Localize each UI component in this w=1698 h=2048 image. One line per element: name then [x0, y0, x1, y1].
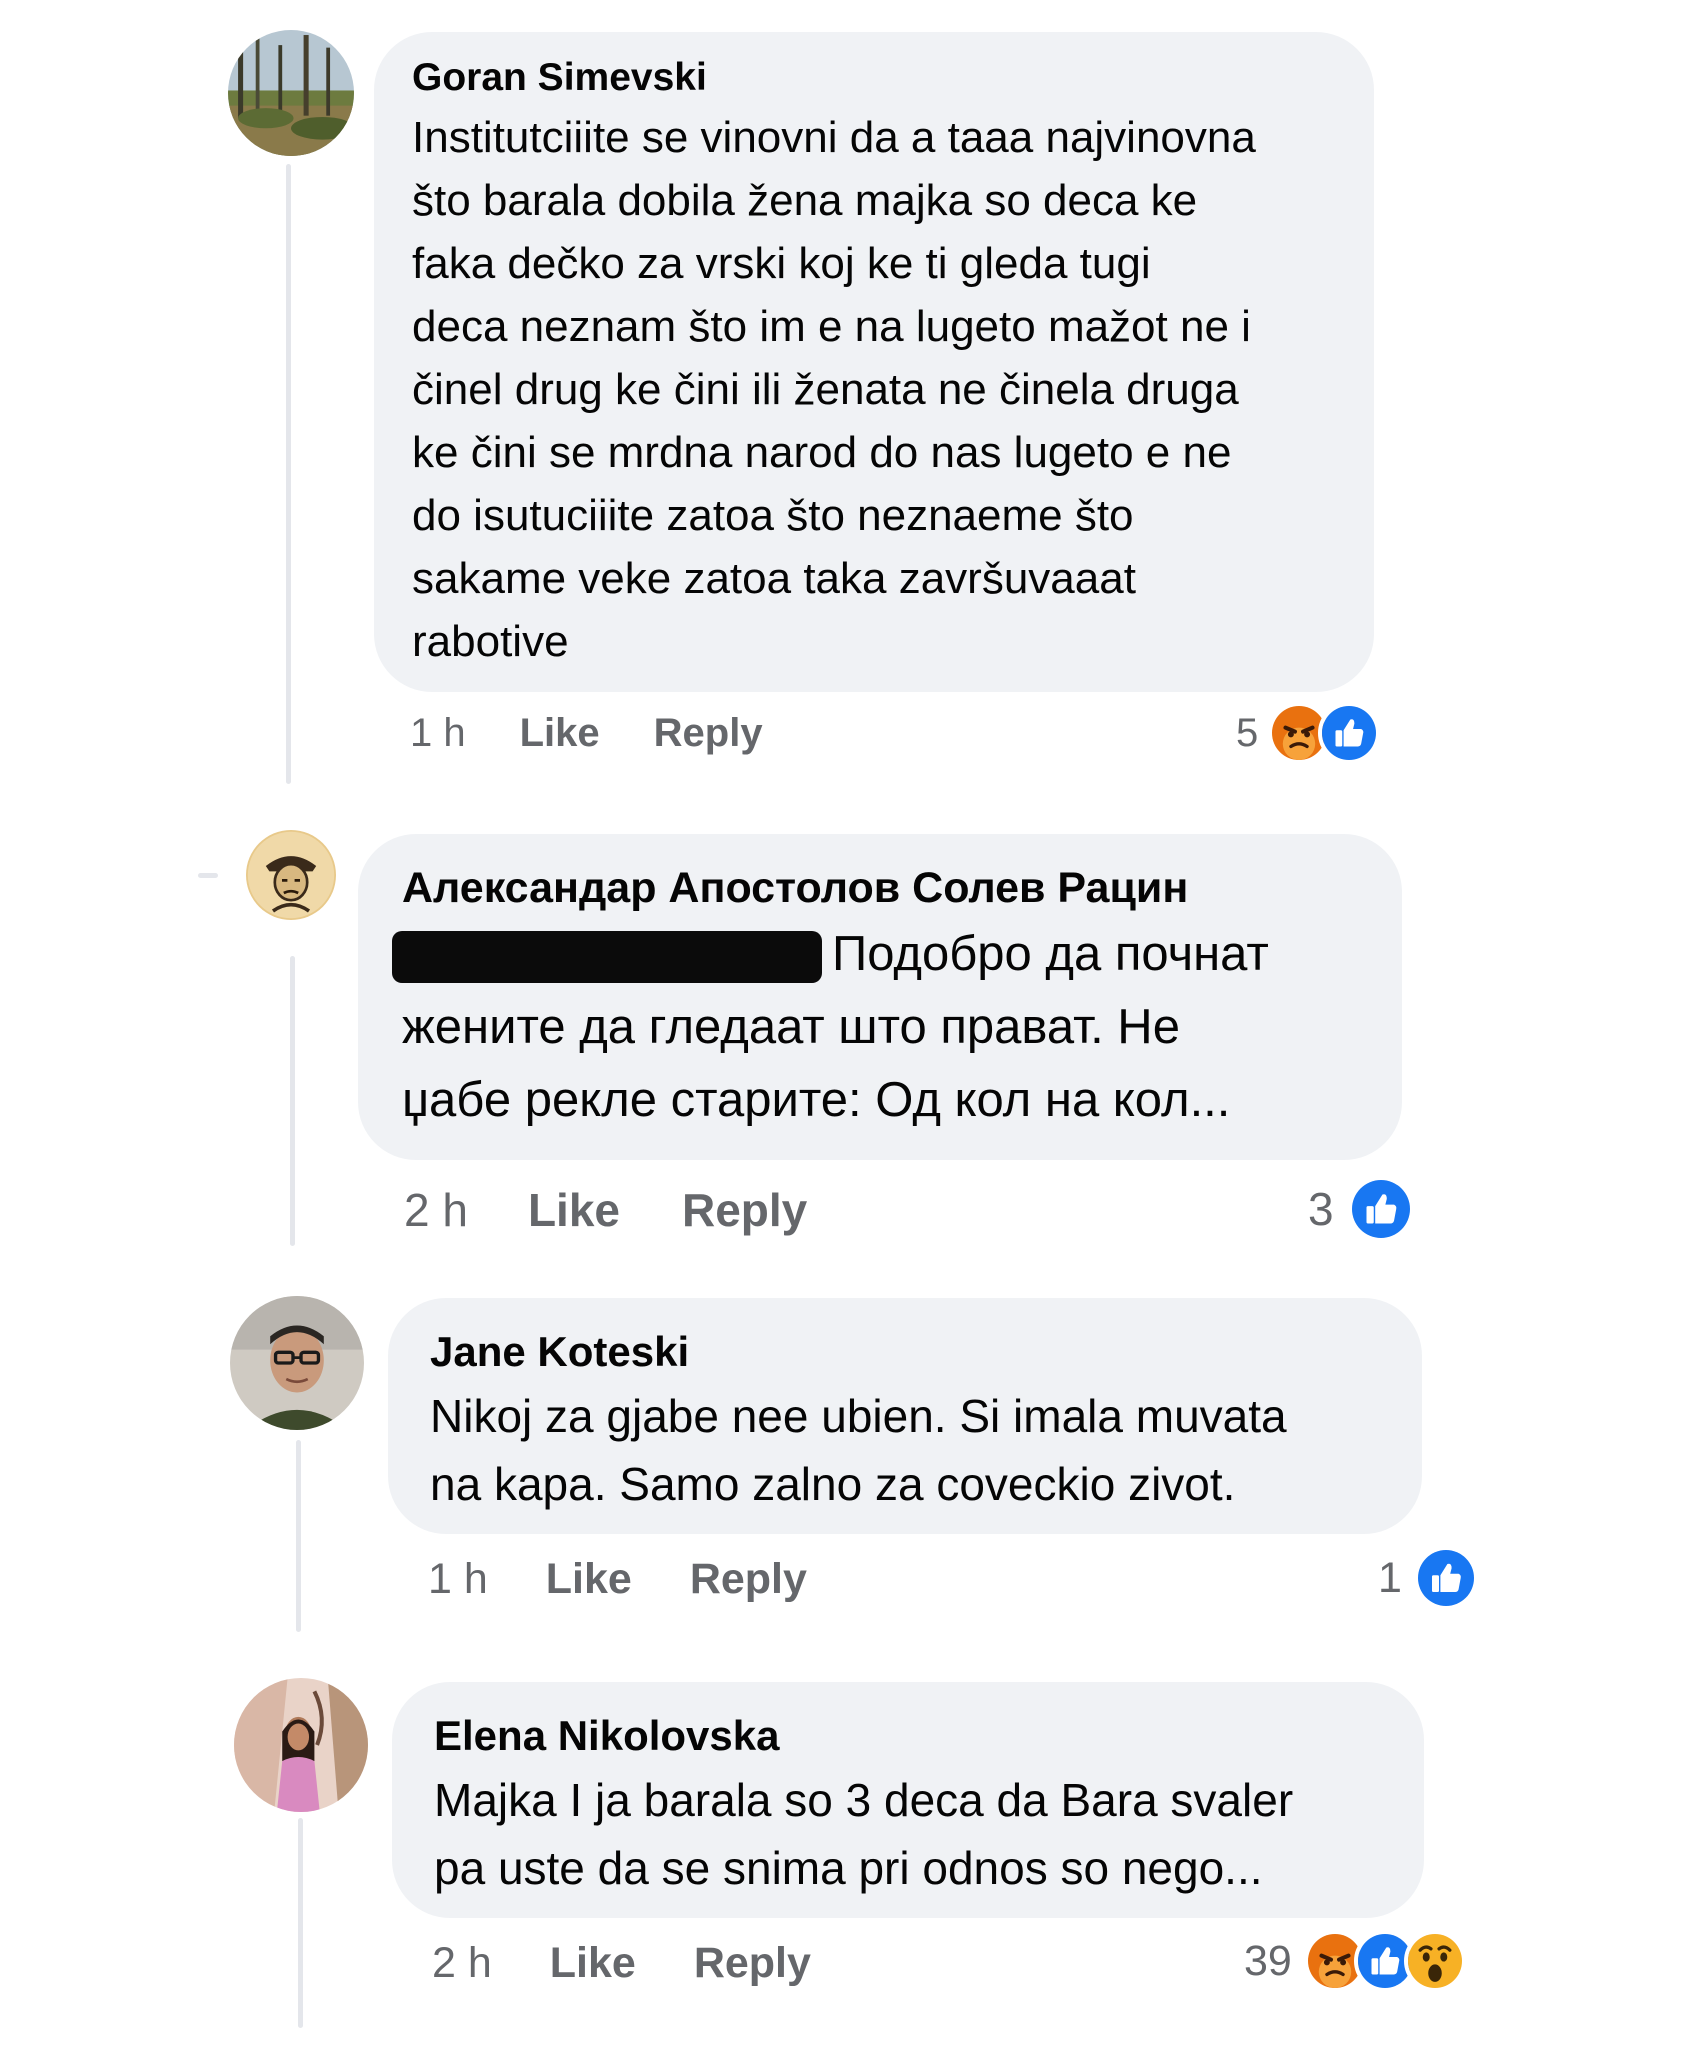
avatar-landscape-photo [228, 30, 354, 156]
like-icon [1347, 1176, 1414, 1242]
comment-time[interactable]: 1 h [410, 711, 466, 756]
like-button[interactable]: Like [546, 1555, 632, 1604]
comment-bubble[interactable]: Jane Koteski Nikoj za gjabe nee ubien. S… [388, 1298, 1422, 1534]
avatar[interactable] [234, 1678, 368, 1812]
comment-actions: 1 h Like Reply [410, 708, 763, 758]
comment-author[interactable]: Jane Koteski [430, 1326, 1382, 1378]
reaction-count: 3 [1308, 1183, 1334, 1235]
like-icon [1413, 1546, 1478, 1610]
like-button[interactable]: Like [520, 711, 600, 756]
reply-button[interactable]: Reply [690, 1555, 807, 1604]
comment-text: Majka I ja barala so 3 deca da Bara sval… [434, 1766, 1384, 1902]
reaction-summary[interactable]: 5 [1236, 702, 1381, 764]
like-icon [1318, 702, 1381, 764]
avatar[interactable] [246, 830, 336, 920]
comment-bubble[interactable]: Goran Simevski Institutciiite se vinovni… [374, 32, 1374, 692]
comment-text-line: faka dečko za vrski koj ke ti gleda tugi [412, 239, 1151, 288]
avatar-man-photo [230, 1296, 364, 1430]
comment-text-line: činel drug ke čini ili ženata ne činela … [412, 365, 1239, 414]
comment-text-line: deca neznam što im e na lugeto mažot ne … [412, 302, 1251, 351]
comment-text-line: ke čini se mrdna narod do nas lugeto e n… [412, 428, 1232, 477]
comment-text-line: do isutuciiite zatoa što neznaeme što [412, 491, 1134, 540]
reaction-summary[interactable]: 1 [1378, 1546, 1478, 1610]
comment-author[interactable]: Elena Nikolovska [434, 1710, 1384, 1762]
reply-button[interactable]: Reply [682, 1183, 807, 1237]
comment-text: Nikoj za gjabe nee ubien. Si imala muvat… [430, 1382, 1382, 1518]
comment-bubble[interactable]: Александар Апостолов Солев Рацин Подобро… [358, 834, 1402, 1160]
comment-actions: 2 h Like Reply [404, 1182, 807, 1238]
comment-time[interactable]: 2 h [432, 1939, 492, 1988]
comment-text-line: Подобро да почнат [392, 918, 1360, 991]
collapsed-thread-dash [198, 873, 218, 878]
comment-text-line: жените да гледаат што прават. Не [402, 1000, 1180, 1054]
comment-text-line: Majka I ja barala so 3 deca da Bara sval… [434, 1774, 1294, 1826]
redacted-mention [392, 931, 822, 984]
avatar[interactable] [230, 1296, 364, 1430]
comment-text-line: pa uste da se snima pri odnos so nego... [434, 1842, 1263, 1894]
thread-line [298, 1818, 303, 2028]
reaction-count: 39 [1244, 1936, 1292, 1985]
reaction-summary[interactable]: 39 [1244, 1930, 1466, 1992]
comment-text: Подобро да почнат жените да гледаат што … [392, 918, 1360, 1137]
like-button[interactable]: Like [528, 1183, 620, 1237]
comment-actions: 2 h Like Reply [432, 1936, 811, 1990]
comment-text-line: rabotive [412, 617, 569, 666]
comment-text-line: Institutciiite se vinovni da a taaa najv… [412, 113, 1256, 162]
comment-text-line: sakame veke zatoa taka završuvaaat [412, 554, 1136, 603]
thread-line [286, 164, 291, 784]
comment-text-fragment: Подобро да почнат [832, 927, 1269, 981]
thread-line [296, 1440, 301, 1632]
avatar-woman-photo [234, 1678, 368, 1812]
comment-author[interactable]: Александар Апостолов Солев Рацин [402, 862, 1360, 914]
reaction-count: 5 [1236, 710, 1259, 755]
comment-actions: 1 h Like Reply [428, 1552, 807, 1606]
comment-author[interactable]: Goran Simevski [412, 54, 1336, 102]
wow-icon [1403, 1930, 1466, 1992]
comment-text-line: џабе рекле старите: Од кол на кол... [402, 1073, 1231, 1127]
comment-text: Institutciiite se vinovni da a taaa najv… [412, 106, 1336, 673]
avatar-portrait-drawing [246, 830, 336, 920]
comment-time[interactable]: 1 h [428, 1555, 488, 1604]
reply-button[interactable]: Reply [654, 711, 763, 756]
comment-bubble[interactable]: Elena Nikolovska Majka I ja barala so 3 … [392, 1682, 1424, 1918]
comment-text-line: što barala dobila žena majka so deca ke [412, 176, 1198, 225]
reply-button[interactable]: Reply [694, 1939, 811, 1988]
reaction-count: 1 [1378, 1553, 1402, 1602]
comment-time[interactable]: 2 h [404, 1183, 468, 1237]
reaction-summary[interactable]: 3 [1308, 1176, 1414, 1242]
like-button[interactable]: Like [550, 1939, 636, 1988]
avatar[interactable] [228, 30, 354, 156]
comment-text-line: Nikoj za gjabe nee ubien. Si imala muvat… [430, 1390, 1287, 1442]
comment-text-line: na kapa. Samo zalno za coveckio zivot. [430, 1458, 1236, 1510]
thread-line [290, 956, 295, 1246]
